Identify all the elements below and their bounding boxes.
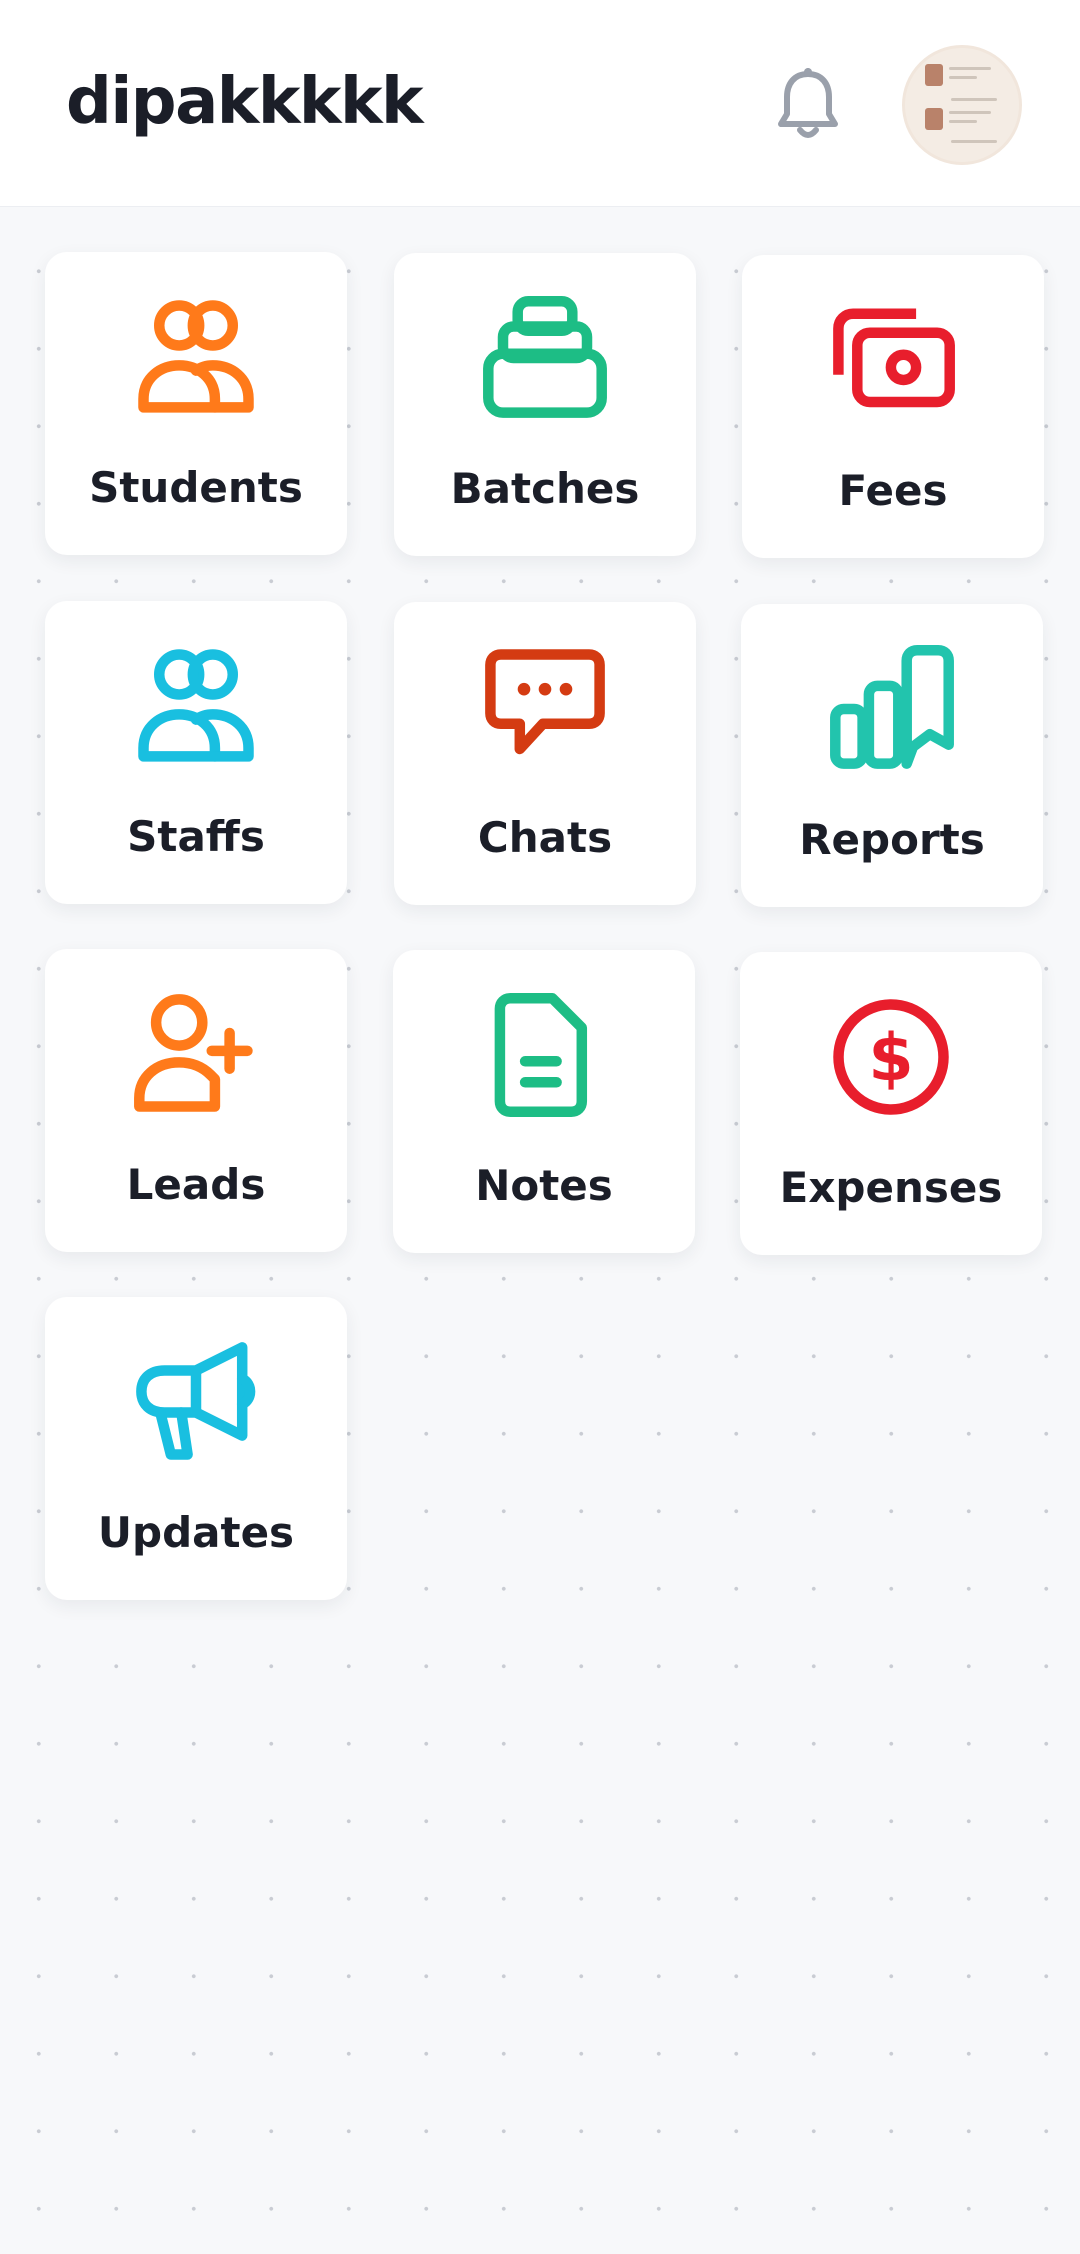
users-icon bbox=[138, 300, 254, 413]
tile-staffs[interactable]: Staffs bbox=[45, 601, 347, 904]
tile-label: Notes bbox=[475, 1161, 613, 1210]
notifications-button[interactable] bbox=[773, 64, 843, 144]
tile-updates[interactable]: Updates bbox=[45, 1297, 347, 1600]
tile-label: Expenses bbox=[779, 1163, 1003, 1212]
avatar-thumbnail-row bbox=[919, 62, 1009, 88]
cash-icon bbox=[833, 308, 955, 408]
app-title: dipakkkkk bbox=[66, 65, 424, 139]
tile-label: Updates bbox=[97, 1508, 295, 1557]
document-icon bbox=[494, 993, 588, 1117]
avatar-thumbnail-row bbox=[919, 134, 1009, 160]
avatar-thumbnail-row bbox=[919, 106, 1009, 132]
bar-chart-icon bbox=[830, 644, 954, 769]
tile-label: Staffs bbox=[127, 812, 265, 861]
tile-label: Reports bbox=[799, 815, 985, 864]
tile-notes[interactable]: Notes bbox=[393, 950, 695, 1253]
tile-chats[interactable]: Chats bbox=[394, 602, 696, 905]
user-plus-icon bbox=[134, 994, 253, 1112]
megaphone-icon bbox=[136, 1342, 256, 1460]
layers-icon bbox=[483, 296, 607, 418]
dollar-coin-icon: $ bbox=[833, 999, 949, 1115]
bell-icon bbox=[778, 68, 838, 138]
tile-batches[interactable]: Batches bbox=[394, 253, 696, 556]
tile-students[interactable]: Students bbox=[45, 252, 347, 555]
tile-label: Fees bbox=[838, 466, 948, 515]
profile-avatar[interactable] bbox=[902, 45, 1022, 165]
tile-label: Batches bbox=[450, 464, 640, 513]
tile-label: Leads bbox=[126, 1160, 266, 1209]
users-icon bbox=[138, 649, 254, 762]
app-header: dipakkkkk bbox=[0, 0, 1080, 207]
tile-reports[interactable]: Reports bbox=[741, 604, 1043, 907]
svg-text:$: $ bbox=[868, 1021, 913, 1096]
tile-label: Chats bbox=[477, 813, 613, 862]
tile-fees[interactable]: Fees bbox=[742, 255, 1044, 558]
tile-label: Students bbox=[89, 463, 303, 512]
tile-leads[interactable]: Leads bbox=[45, 949, 347, 1252]
tile-expenses[interactable]: $ Expenses bbox=[740, 952, 1042, 1255]
chat-icon bbox=[485, 649, 605, 755]
